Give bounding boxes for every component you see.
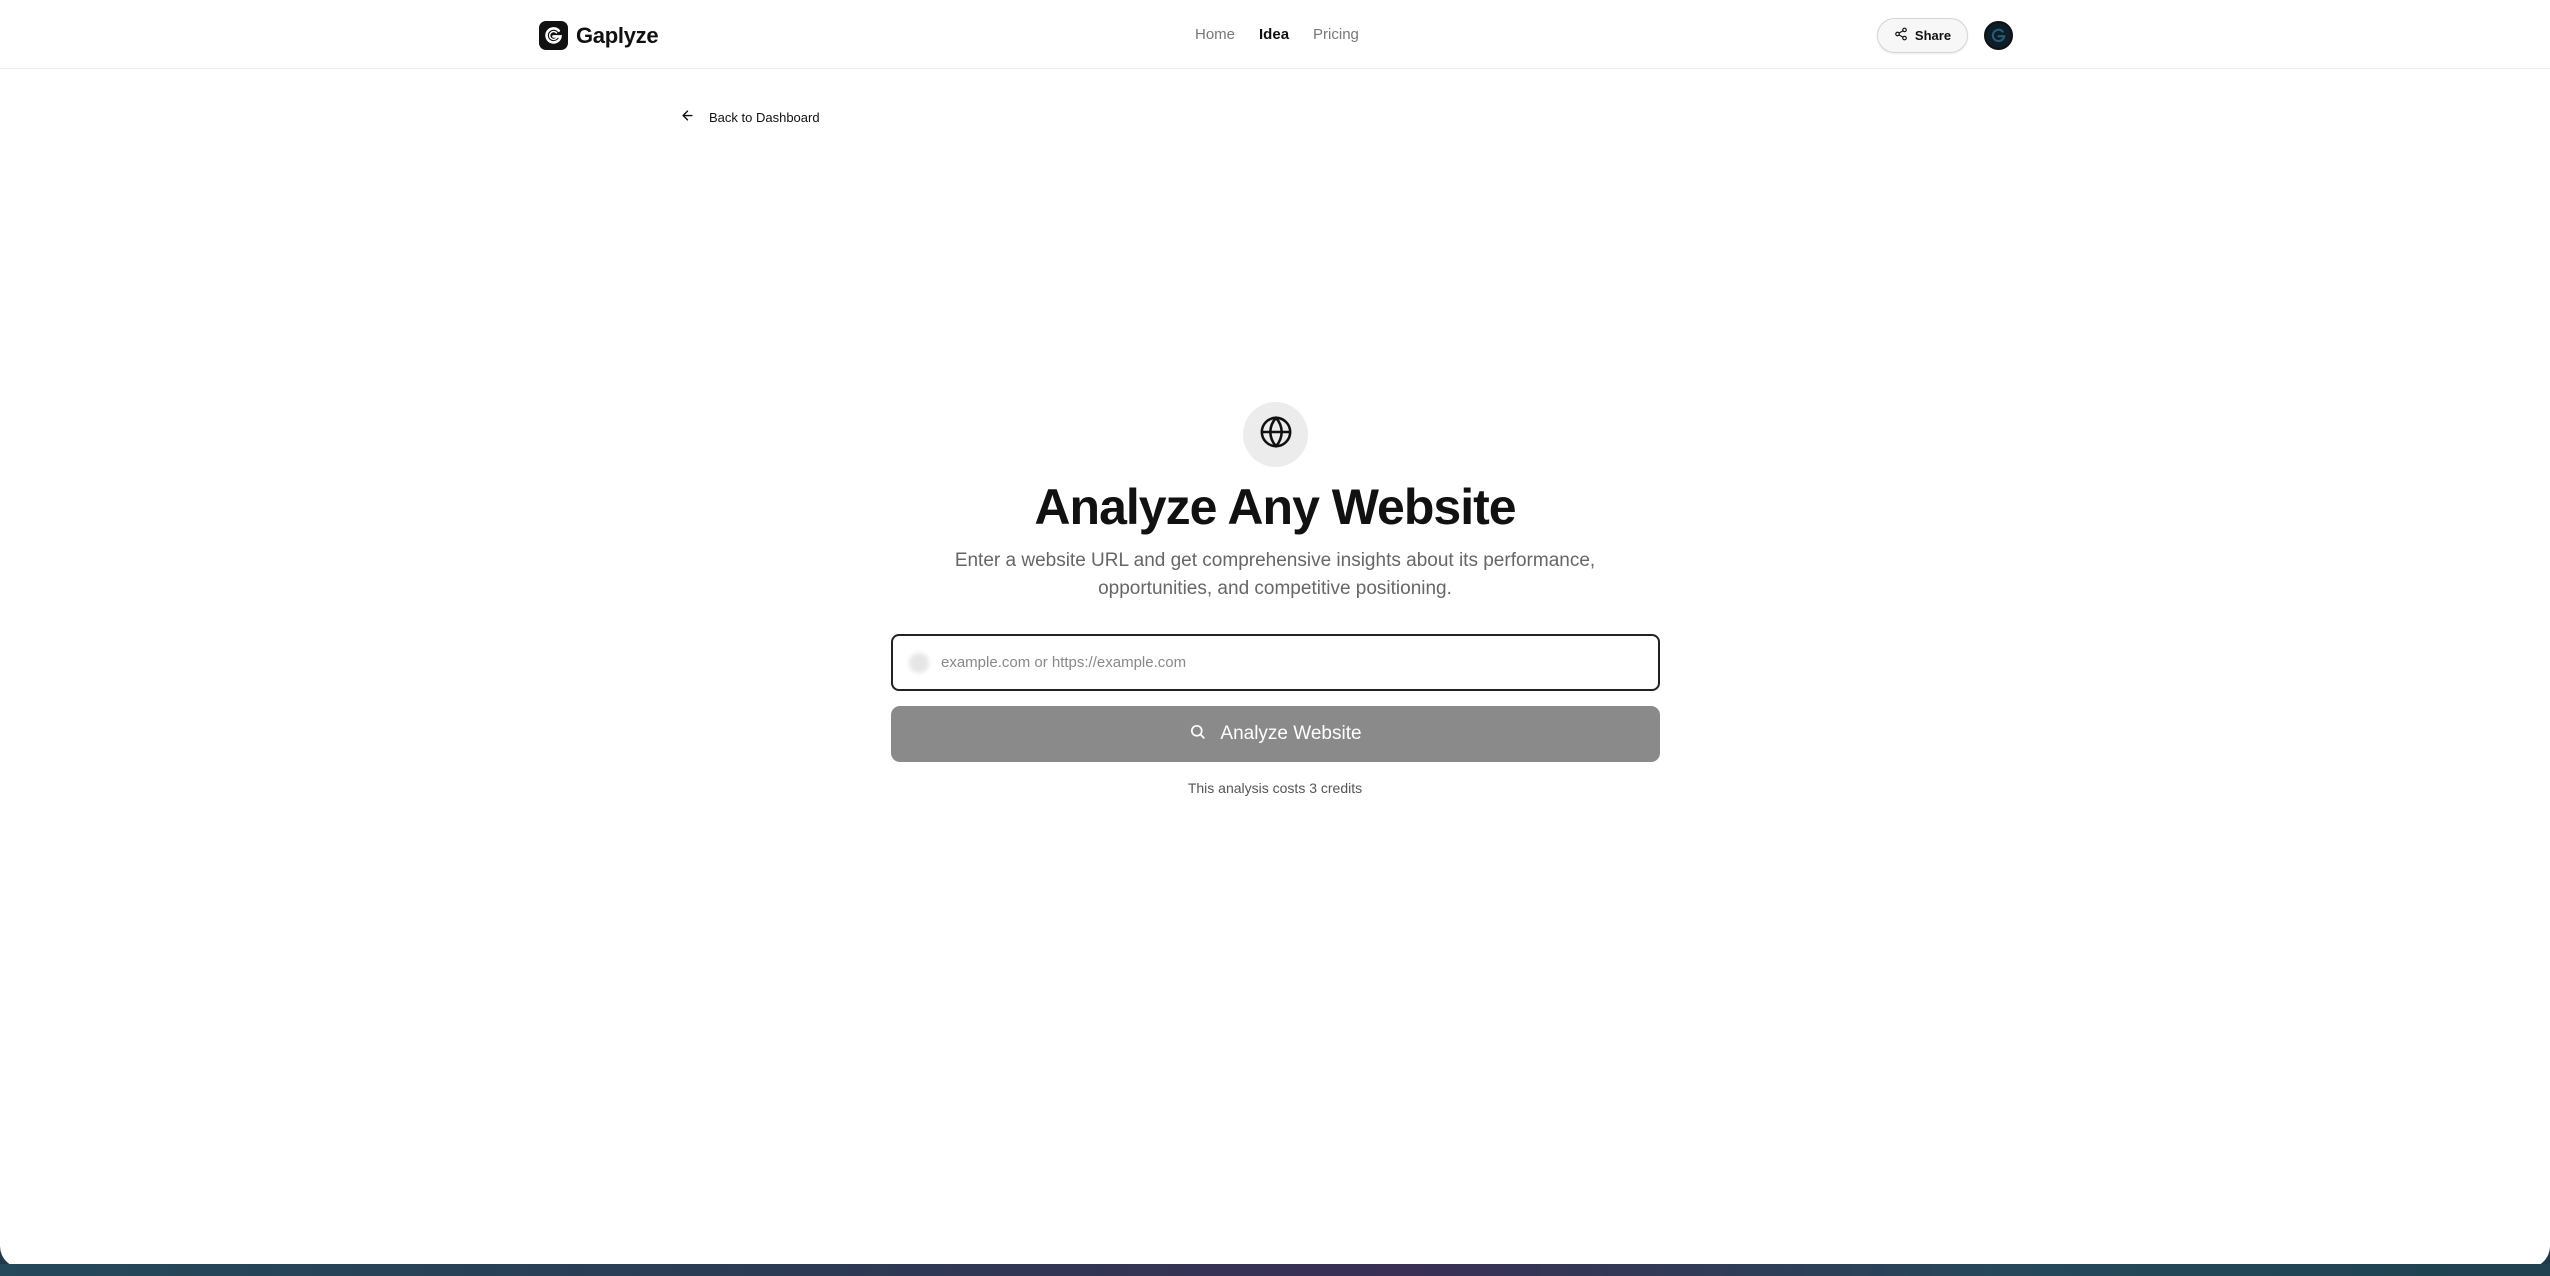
share-button[interactable]: Share (1877, 18, 1968, 53)
url-input-container (891, 634, 1660, 691)
user-avatar[interactable] (1984, 21, 2013, 50)
gaplyze-logo-icon (539, 21, 568, 50)
nav-link-idea[interactable]: Idea (1259, 26, 1289, 43)
arrow-left-icon (680, 108, 695, 126)
analyze-button-label: Analyze Website (1220, 723, 1362, 744)
brand-logo[interactable]: Gaplyze (539, 21, 659, 50)
back-to-dashboard-link[interactable]: Back to Dashboard (680, 108, 820, 126)
desktop-background-strip (0, 1264, 2550, 1276)
share-icon (1894, 27, 1908, 44)
globe-icon-badge (1243, 402, 1308, 467)
main-nav: Home Idea Pricing (1195, 26, 1359, 43)
share-label: Share (1914, 28, 1952, 43)
top-navbar: Gaplyze Home Idea Pricing Share (0, 0, 2550, 69)
analyze-website-button[interactable]: Analyze Website (891, 706, 1660, 762)
nav-link-pricing[interactable]: Pricing (1313, 26, 1359, 43)
search-icon (1189, 723, 1206, 746)
globe-icon (1259, 415, 1293, 454)
nav-link-home[interactable]: Home (1195, 26, 1235, 43)
brand-name: Gaplyze (576, 22, 659, 48)
favicon-placeholder-icon (909, 652, 929, 673)
back-link-label: Back to Dashboard (709, 109, 820, 125)
page: Gaplyze Home Idea Pricing Share Back to … (0, 0, 2550, 1268)
credit-cost-note: This analysis costs 3 credits (1187, 780, 1363, 796)
page-subtitle: Enter a website URL and get comprehensiv… (954, 550, 1596, 599)
page-title: Analyze Any Website (1034, 479, 1516, 535)
url-input[interactable] (941, 654, 1658, 671)
